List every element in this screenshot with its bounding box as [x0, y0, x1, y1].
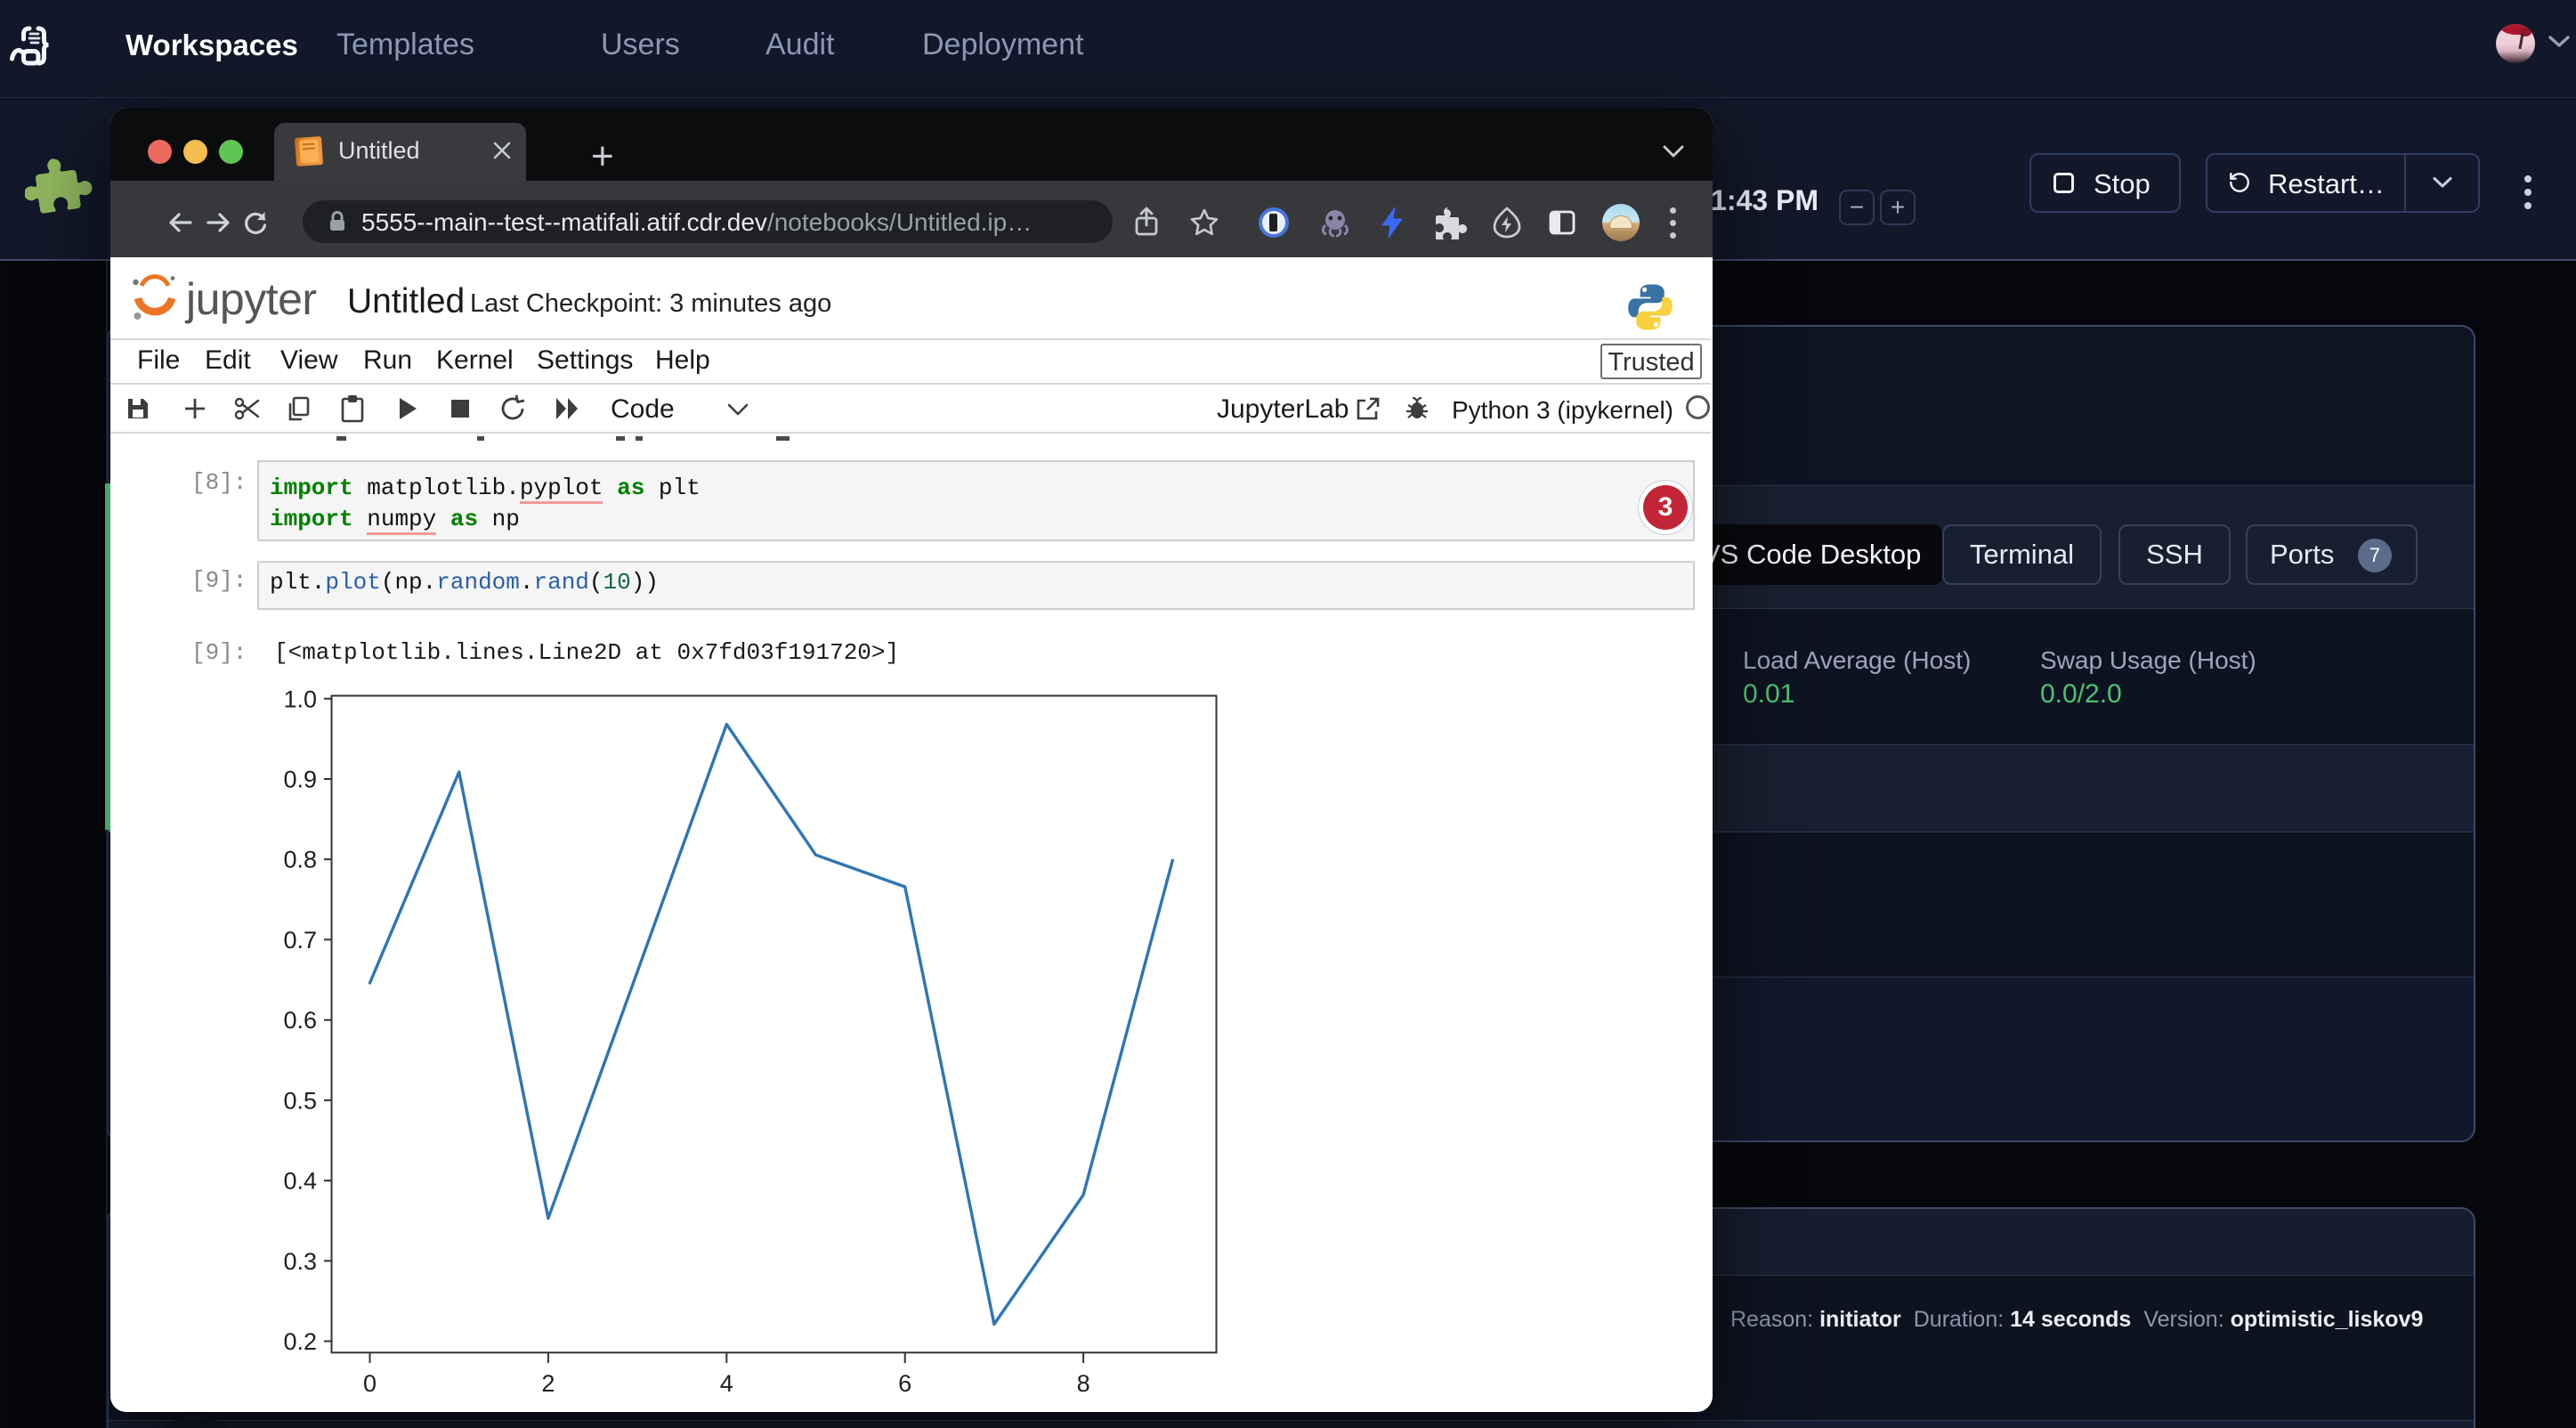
svg-text:1.0: 1.0	[283, 686, 317, 712]
svg-text:0.2: 0.2	[283, 1328, 317, 1355]
svg-text:0.8: 0.8	[283, 847, 317, 873]
svg-text:0.4: 0.4	[283, 1168, 317, 1195]
svg-text:0.7: 0.7	[283, 927, 317, 953]
svg-text:0.9: 0.9	[283, 767, 317, 793]
svg-text:8: 8	[1077, 1370, 1090, 1397]
svg-text:0.3: 0.3	[283, 1248, 317, 1275]
svg-text:4: 4	[720, 1370, 733, 1397]
svg-text:6: 6	[898, 1370, 911, 1397]
svg-text:0: 0	[363, 1370, 377, 1397]
svg-text:0.5: 0.5	[283, 1087, 317, 1114]
svg-text:0.6: 0.6	[283, 1007, 317, 1034]
svg-text:2: 2	[541, 1370, 555, 1397]
